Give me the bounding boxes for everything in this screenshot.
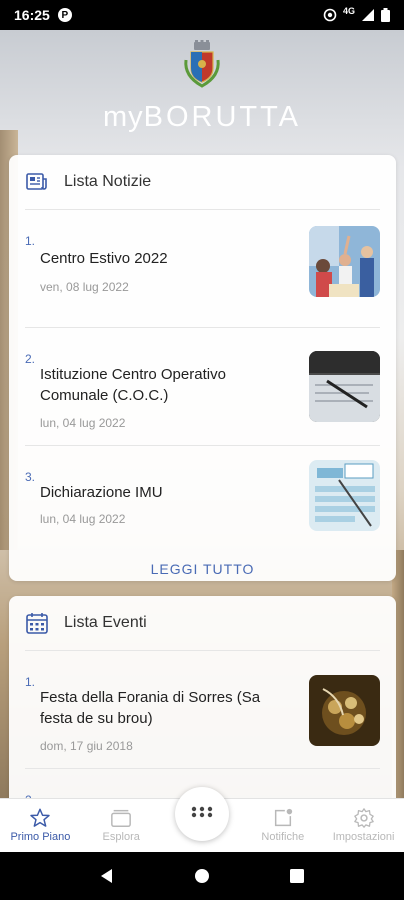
nav-label: Notifiche — [261, 831, 305, 843]
app-header: myBORUTTA — [0, 40, 404, 134]
event-item-number: 1. — [25, 675, 36, 689]
newspaper-icon — [26, 173, 47, 190]
nav-esplora[interactable]: Esplora — [81, 799, 162, 852]
network-type: 4G — [342, 6, 355, 16]
app-notification-icon: P — [57, 8, 72, 22]
nav-label: Primo Piano — [10, 831, 71, 843]
events-card-title: Lista Eventi — [64, 614, 147, 631]
nav-label: Esplora — [102, 831, 140, 843]
news-item[interactable]: 3. Dichiarazione IMU lun, 04 lug 2022 — [25, 445, 380, 547]
read-all-link[interactable]: LEGGI TUTTO — [9, 547, 396, 591]
news-card-header: Lista Notizie — [9, 155, 396, 209]
nav-notifiche[interactable]: Notifiche — [242, 799, 323, 852]
notification-icon — [274, 808, 292, 827]
back-icon[interactable] — [100, 868, 114, 884]
news-item[interactable]: 1. Centro Estivo 2022 ven, 08 lug 2022 — [25, 209, 380, 327]
system-navigation-bar — [0, 852, 404, 900]
children-photo-icon — [309, 226, 380, 297]
news-item-number: 3. — [25, 470, 36, 484]
status-icons: 4G — [323, 6, 390, 22]
event-item-title: Festa della Forania di Sorres (Sa festa … — [40, 689, 261, 727]
event-item[interactable]: 1. Festa della Forania di Sorres (Sa fes… — [25, 650, 380, 768]
festival-photo-icon — [309, 675, 380, 746]
nav-impostazioni[interactable]: Impostazioni — [323, 799, 404, 852]
event-thumbnail — [309, 675, 380, 746]
events-card-header: Lista Eventi — [9, 596, 396, 650]
news-card: Lista Notizie 1. Centro Estivo 2022 ven,… — [9, 155, 396, 581]
news-item-title: Centro Estivo 2022 — [40, 250, 168, 267]
municipal-crest-icon — [184, 40, 220, 88]
news-item-title: Dichiarazione IMU — [40, 484, 163, 501]
calendar-icon — [26, 613, 48, 634]
news-thumbnail — [309, 351, 380, 422]
news-thumbnail — [309, 460, 380, 531]
signal-icon — [362, 9, 374, 21]
news-item-number: 1. — [25, 234, 36, 248]
folder-icon — [111, 809, 132, 827]
nav-label: Impostazioni — [332, 831, 395, 843]
gear-icon — [353, 808, 374, 828]
document-photo-icon — [309, 351, 380, 422]
status-bar: 16:25 P 4G — [0, 0, 404, 30]
news-thumbnail — [309, 226, 380, 297]
grid-icon — [191, 806, 213, 822]
news-card-title: Lista Notizie — [64, 173, 152, 190]
menu-grid-button[interactable] — [175, 787, 229, 841]
news-item-date: ven, 08 lug 2022 — [40, 280, 129, 294]
nav-primo-piano[interactable]: Primo Piano — [0, 799, 81, 852]
news-item-number: 2. — [25, 352, 36, 366]
location-icon — [323, 8, 337, 22]
news-item-title: Istituzione Centro Operativo Comunale (C… — [40, 366, 226, 404]
news-item[interactable]: 2. Istituzione Centro Operativo Comunale… — [25, 327, 380, 445]
news-item-date: lun, 04 lug 2022 — [40, 512, 126, 526]
brand-name: BORUTTA — [143, 101, 302, 133]
event-item-date: dom, 17 giu 2018 — [40, 739, 133, 753]
app-logo: myBORUTTA — [0, 101, 404, 134]
news-item-date: lun, 04 lug 2022 — [40, 416, 126, 430]
star-icon — [30, 808, 51, 827]
battery-icon — [381, 8, 390, 22]
brand-prefix: my — [102, 101, 144, 133]
tax-form-photo-icon — [309, 460, 380, 531]
recents-icon[interactable] — [290, 869, 304, 883]
status-time: 16:25 — [14, 7, 50, 23]
home-icon[interactable] — [194, 868, 210, 884]
